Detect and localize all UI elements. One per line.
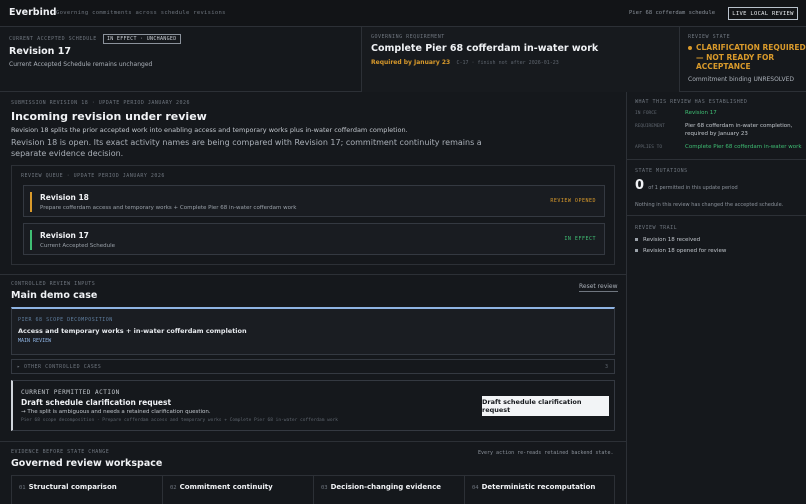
card-decision-changing-evidence[interactable]: 03 Decision-changing evidence <box>314 476 465 504</box>
current-schedule-panel: CURRENT ACCEPTED SCHEDULE IN EFFECT · UN… <box>0 27 362 92</box>
action-reason: → The split is ambiguous and needs a ret… <box>21 409 211 415</box>
section-divider <box>0 274 626 275</box>
queue-marker <box>30 230 32 250</box>
review-queue: REVIEW QUEUE · UPDATE PERIOD JANUARY 202… <box>11 165 615 265</box>
submission-summary: Revision 18 splits the prior accepted wo… <box>11 126 408 134</box>
trail-item: Revision 18 received <box>635 237 700 243</box>
other-cases-count: 3 <box>604 364 608 370</box>
queue-marker <box>30 192 32 212</box>
mutations-label: STATE MUTATIONS <box>635 168 688 174</box>
card-number: 01 <box>19 485 26 491</box>
action-trace: Pier 68 scope decomposition · Prepare co… <box>21 418 338 423</box>
action-title: Draft schedule clarification request <box>21 398 172 407</box>
mutations-count: 0 <box>635 178 645 193</box>
card-title: Commitment continuity <box>179 483 273 491</box>
other-cases-toggle[interactable]: ▸ OTHER CONTROLLED CASES 3 <box>11 359 615 374</box>
review-state-panel: REVIEW STATE CLARIFICATION REQUIRED — NO… <box>680 27 806 92</box>
inputs-title: Main demo case <box>11 290 98 301</box>
queue-item-title: Revision 18 <box>40 193 89 202</box>
trail-bullet-icon <box>635 238 638 241</box>
established-value: Revision 17 <box>685 110 717 116</box>
card-title: Structural comparison <box>28 483 117 491</box>
submission-title: Incoming revision under review <box>11 110 207 123</box>
card-commitment-continuity[interactable]: 02 Commitment continuity <box>163 476 314 504</box>
top-bar: Everbind Governing commitments across sc… <box>0 0 806 27</box>
review-state-line1: CLARIFICATION REQUIRED <box>696 43 806 52</box>
card-number: 03 <box>321 485 328 491</box>
other-cases-label: ▸ OTHER CONTROLLED CASES <box>17 364 102 370</box>
current-revision: Revision 17 <box>9 46 71 57</box>
card-title: Deterministic recomputation <box>481 483 596 491</box>
warning-dot-icon <box>688 46 692 50</box>
established-key: IN FORCE <box>635 111 657 116</box>
status-badge: IN EFFECT · UNCHANGED <box>103 34 181 44</box>
card-deterministic-recomputation[interactable]: 04 Deterministic recomputation <box>465 476 616 504</box>
queue-item-state: REVIEW OPENED <box>550 198 596 204</box>
current-schedule-note: Current Accepted Schedule remains unchan… <box>9 61 153 68</box>
scope-tag: MAIN REVIEW <box>18 338 52 344</box>
review-sidebar: WHAT THIS REVIEW HAS ESTABLISHED IN FORC… <box>626 92 806 504</box>
action-label: CURRENT PERMITTED ACTION <box>21 389 120 396</box>
trail-text: Revision 18 opened for review <box>643 248 727 254</box>
mutations-of-text: of 1 permitted in this update period <box>648 185 738 191</box>
evidence-title: Governed review workspace <box>11 458 163 469</box>
status-strip: CURRENT ACCEPTED SCHEDULE IN EFFECT · UN… <box>0 27 806 92</box>
established-key: APPLIES TO <box>635 145 663 150</box>
scope-case-card[interactable]: PIER 68 SCOPE DECOMPOSITION Access and t… <box>11 307 615 355</box>
queue-item-revision-18[interactable]: Revision 18 Prepare cofferdam access and… <box>23 185 605 217</box>
governing-detail: C-17 · finish not after 2026-01-23 <box>456 60 559 66</box>
queue-item-revision-17[interactable]: Revision 17 Current Accepted Schedule IN… <box>23 223 605 255</box>
trail-label: REVIEW TRAIL <box>635 225 678 231</box>
review-state-label: REVIEW STATE <box>688 34 731 40</box>
evidence-label: EVIDENCE BEFORE STATE CHANGE <box>11 449 110 455</box>
app-name: Everbind <box>9 7 57 18</box>
governing-requirement-panel: GOVERNING REQUIREMENT Complete Pier 68 c… <box>362 27 680 92</box>
draft-clarification-button[interactable]: Draft schedule clarification request <box>482 396 609 416</box>
trail-text: Revision 18 received <box>643 237 701 243</box>
reset-review-link[interactable]: Reset review <box>579 283 618 292</box>
permitted-action-panel: CURRENT PERMITTED ACTION Draft schedule … <box>11 380 615 431</box>
trail-item: Revision 18 opened for review <box>635 248 726 254</box>
evidence-note: Every action re-reads retained backend s… <box>478 450 614 456</box>
schedule-name: Pier 68 cofferdam schedule <box>629 10 716 16</box>
card-title: Decision-changing evidence <box>330 483 442 491</box>
card-structural-comparison[interactable]: 01 Structural comparison <box>12 476 163 504</box>
queue-item-state: IN EFFECT <box>564 236 596 242</box>
submission-status-2: separate evidence decision. <box>11 149 124 158</box>
evidence-cards: 01 Structural comparison 02 Commitment con… <box>11 475 615 504</box>
sidebar-divider <box>627 215 806 216</box>
app-tagline: Governing commitments across schedule re… <box>56 10 226 16</box>
card-number: 04 <box>472 485 479 491</box>
submission-status-1: Revision 18 is open. Its exact activity … <box>11 138 482 147</box>
live-local-review-button[interactable]: LIVE LOCAL REVIEW <box>728 7 798 20</box>
mutations-note: Nothing in this review has changed the a… <box>635 202 784 208</box>
governing-title: Complete Pier 68 cofferdam in-water work <box>371 43 599 54</box>
current-schedule-label: CURRENT ACCEPTED SCHEDULE <box>9 36 97 42</box>
scope-label: PIER 68 SCOPE DECOMPOSITION <box>18 317 113 323</box>
review-state-line2: — NOT READY FOR <box>696 52 775 62</box>
established-value: Complete Pier 68 cofferdam in-water work <box>685 144 802 150</box>
queue-label: REVIEW QUEUE · UPDATE PERIOD JANUARY 202… <box>21 173 165 179</box>
established-value: Pier 68 cofferdam in-water completion, r… <box>685 123 793 137</box>
submission-label: SUBMISSION REVISION 18 · UPDATE PERIOD J… <box>11 100 191 106</box>
queue-item-title: Revision 17 <box>40 231 89 240</box>
scope-title: Access and temporary works + in-water co… <box>18 327 247 335</box>
commitment-binding: Commitment binding UNRESOLVED <box>688 76 795 83</box>
queue-item-subtitle: Current Accepted Schedule <box>40 243 116 249</box>
card-number: 02 <box>170 485 177 491</box>
governing-deadline: Required by January 23 <box>371 59 451 66</box>
established-label: WHAT THIS REVIEW HAS ESTABLISHED <box>635 99 748 105</box>
established-key: REQUIREMENT <box>635 124 665 129</box>
governing-label: GOVERNING REQUIREMENT <box>371 34 445 40</box>
section-divider <box>0 441 626 442</box>
trail-bullet-icon <box>635 249 638 252</box>
queue-item-subtitle: Prepare cofferdam access and temporary w… <box>40 205 297 211</box>
sidebar-divider <box>627 159 806 160</box>
review-state-line3: ACCEPTANCE <box>696 62 751 71</box>
inputs-label: CONTROLLED REVIEW INPUTS <box>11 281 96 287</box>
